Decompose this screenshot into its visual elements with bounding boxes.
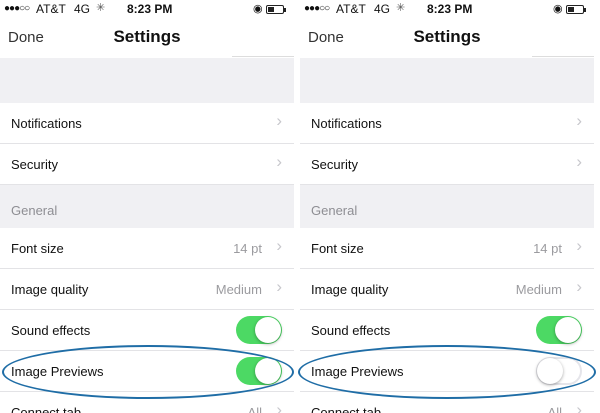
signal-strength-icon: ●●●○○ [4,3,30,14]
battery-icon [566,5,586,14]
battery-icon [266,5,286,14]
activity-spinner-icon: ✳ [96,2,106,14]
chevron-right-icon: › [576,111,582,130]
security-row[interactable]: Security › [0,144,294,185]
font-size-row[interactable]: Font size 14 pt › [0,228,294,269]
rotation-lock-icon: ◉ [553,3,563,15]
rotation-lock-icon: ◉ [253,3,263,15]
highlight-oval-right [298,345,596,399]
status-time: 8:23 PM [427,2,473,16]
sound-effects-toggle[interactable] [536,316,582,344]
sound-effects-toggle[interactable] [236,316,282,344]
notifications-label: Notifications [311,116,382,131]
toggle-knob [555,317,581,343]
chevron-right-icon: › [576,400,582,413]
section-header-general: General [311,203,358,218]
status-bar: ●●●○○ AT&T 4G ✳ 8:23 PM ◉ [300,0,594,20]
chevron-right-icon: › [276,236,282,255]
status-time: 8:23 PM [127,2,173,16]
image-quality-row[interactable]: Image quality Medium › [300,269,594,310]
chevron-right-icon: › [576,236,582,255]
connect-tab-label: Connect tab [11,405,82,413]
notifications-row[interactable]: Notifications › [300,103,594,144]
font-size-value: 14 pt [533,241,562,256]
navigation-bar: Done Settings [300,20,594,58]
page-title: Settings [113,27,181,46]
network-type: 4G [74,2,91,16]
toggle-knob [255,317,281,343]
carrier-name: AT&T [336,2,366,16]
image-quality-value: Medium [515,282,562,297]
navigation-bar: Done Settings [0,20,294,58]
status-bar: ●●●○○ AT&T 4G ✳ 8:23 PM ◉ [0,0,294,20]
divider [532,56,594,57]
chevron-right-icon: › [576,152,582,171]
notifications-row[interactable]: Notifications › [0,103,294,144]
page-title: Settings [413,27,481,46]
notifications-label: Notifications [11,116,82,131]
image-quality-value: Medium [215,282,262,297]
connect-tab-label: Connect tab [311,405,382,413]
connect-tab-value: All [247,405,262,413]
security-label: Security [311,157,358,172]
section-header-general: General [11,203,58,218]
font-size-row[interactable]: Font size 14 pt › [300,228,594,269]
security-label: Security [11,157,58,172]
font-size-value: 14 pt [233,241,262,256]
divider [232,56,294,57]
comparison-screenshot: ●●●○○ AT&T 4G ✳ 8:23 PM ◉ Done Settings … [0,0,600,413]
connect-tab-value: All [547,405,562,413]
chevron-right-icon: › [276,152,282,171]
sound-effects-label: Sound effects [311,323,391,338]
chevron-right-icon: › [576,277,582,296]
signal-strength-icon: ●●●○○ [304,3,330,14]
chevron-right-icon: › [276,111,282,130]
network-type: 4G [374,2,391,16]
font-size-label: Font size [11,241,64,256]
image-quality-label: Image quality [311,282,389,297]
security-row[interactable]: Security › [300,144,594,185]
chevron-right-icon: › [276,400,282,413]
font-size-label: Font size [311,241,364,256]
carrier-name: AT&T [36,2,66,16]
sound-effects-label: Sound effects [11,323,91,338]
activity-spinner-icon: ✳ [396,2,406,14]
highlight-oval-left [2,345,294,399]
image-quality-row[interactable]: Image quality Medium › [0,269,294,310]
image-quality-label: Image quality [11,282,89,297]
chevron-right-icon: › [276,277,282,296]
